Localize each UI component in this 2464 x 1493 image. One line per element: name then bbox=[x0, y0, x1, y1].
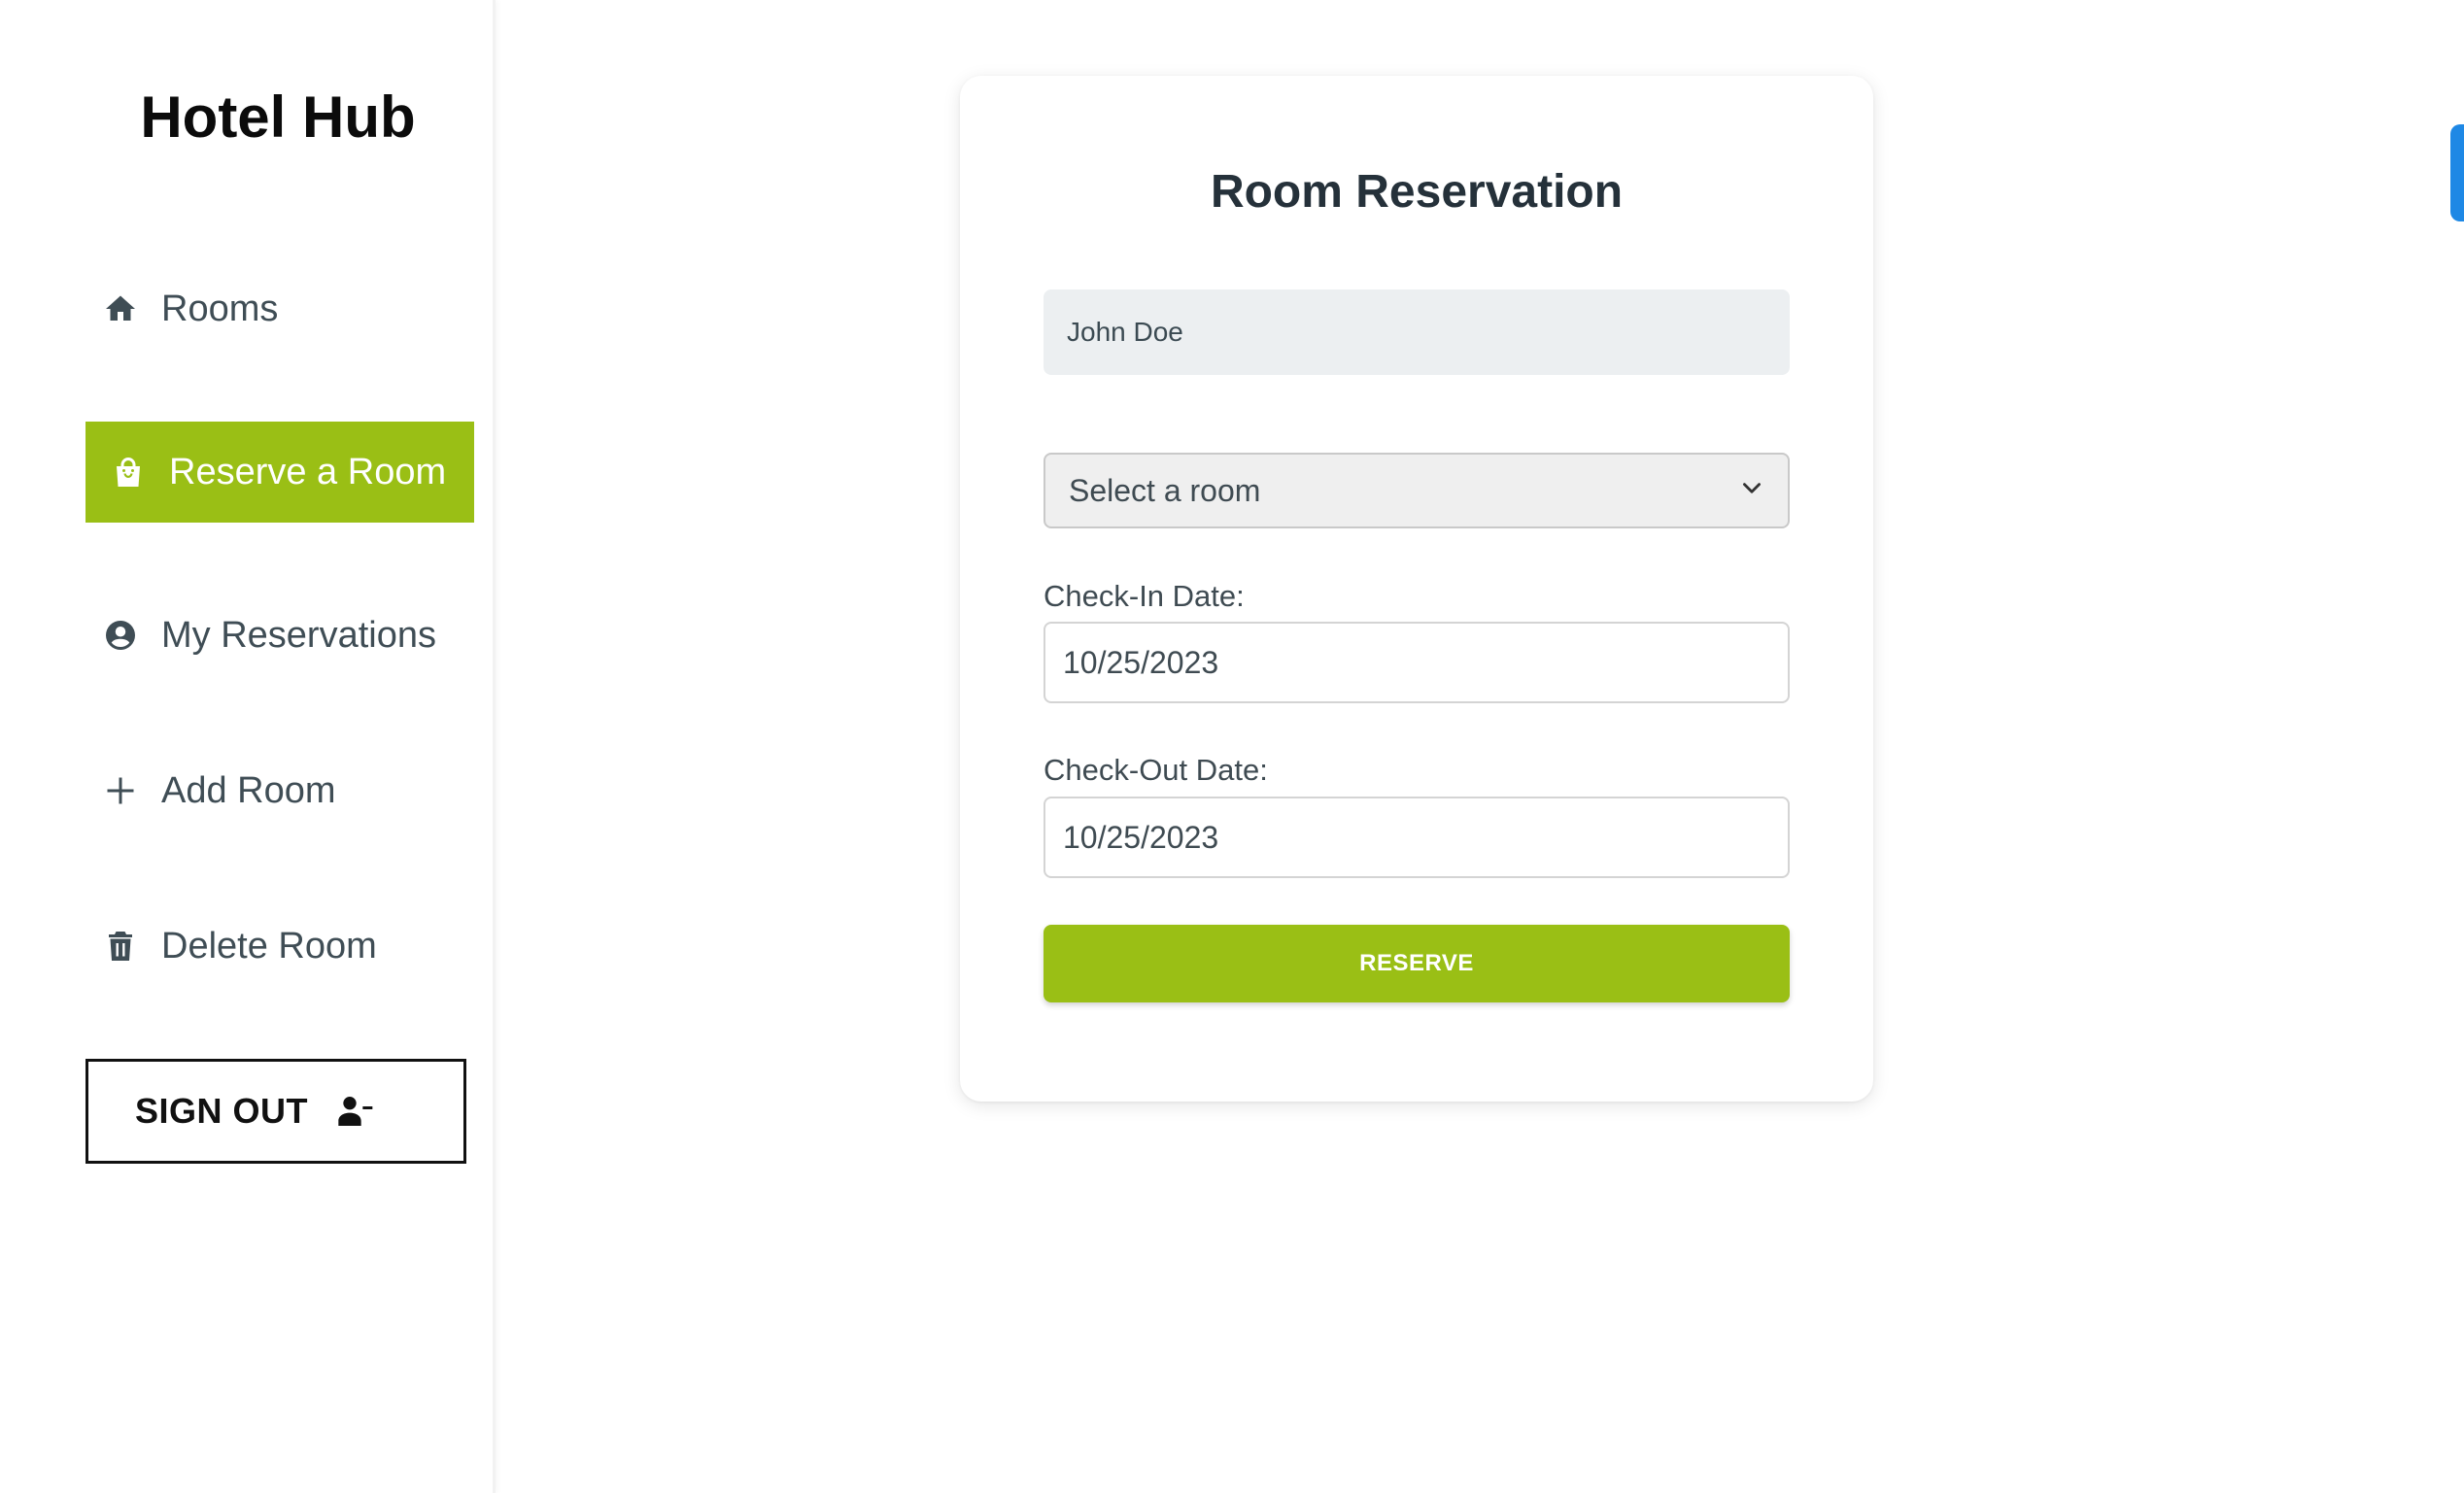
user-minus-icon bbox=[335, 1092, 374, 1131]
sidebar-item-delete-room[interactable]: Delete Room bbox=[86, 896, 474, 997]
reservation-card: Room Reservation John Doe Select a room … bbox=[960, 76, 1873, 1102]
sign-out-button[interactable]: SIGN OUT bbox=[86, 1059, 466, 1164]
side-edge-tab[interactable] bbox=[2450, 124, 2464, 221]
sidebar-item-my-reservations[interactable]: My Reservations bbox=[86, 585, 474, 686]
sign-out-label: SIGN OUT bbox=[135, 1091, 309, 1131]
shopping-bag-icon bbox=[111, 455, 146, 490]
room-select[interactable]: Select a room bbox=[1044, 453, 1790, 528]
trash-icon bbox=[103, 929, 138, 964]
sidebar-item-rooms[interactable]: Rooms bbox=[86, 258, 474, 359]
sidebar-item-label: Rooms bbox=[161, 288, 279, 329]
page-title: Room Reservation bbox=[1210, 166, 1624, 218]
check-out-date-input[interactable]: 10/25/2023 bbox=[1044, 797, 1790, 878]
sidebar-item-label: Delete Room bbox=[161, 925, 377, 967]
sidebar: Hotel Hub Rooms Reserve a Room My Reserv… bbox=[0, 0, 496, 1493]
reserve-button[interactable]: RESERVE bbox=[1044, 925, 1790, 1002]
app-root: Hotel Hub Rooms Reserve a Room My Reserv… bbox=[0, 0, 2464, 1493]
chevron-down-icon bbox=[1739, 473, 1764, 509]
sidebar-item-label: My Reservations bbox=[161, 614, 436, 656]
sidebar-item-label: Add Room bbox=[161, 769, 336, 811]
sidebar-item-add-room[interactable]: Add Room bbox=[86, 740, 474, 841]
check-in-date-input[interactable]: 10/25/2023 bbox=[1044, 622, 1790, 703]
user-circle-icon bbox=[103, 618, 138, 653]
check-in-label: Check-In Date: bbox=[1044, 579, 1245, 613]
plus-icon bbox=[103, 773, 138, 808]
guest-name-field[interactable]: John Doe bbox=[1044, 289, 1790, 375]
check-out-label: Check-Out Date: bbox=[1044, 753, 1268, 787]
room-select-value: Select a room bbox=[1069, 472, 1261, 508]
brand-title: Hotel Hub bbox=[140, 85, 416, 150]
home-icon bbox=[103, 291, 138, 326]
sidebar-item-label: Reserve a Room bbox=[169, 451, 447, 492]
sidebar-item-reserve-a-room[interactable]: Reserve a Room bbox=[86, 422, 474, 523]
